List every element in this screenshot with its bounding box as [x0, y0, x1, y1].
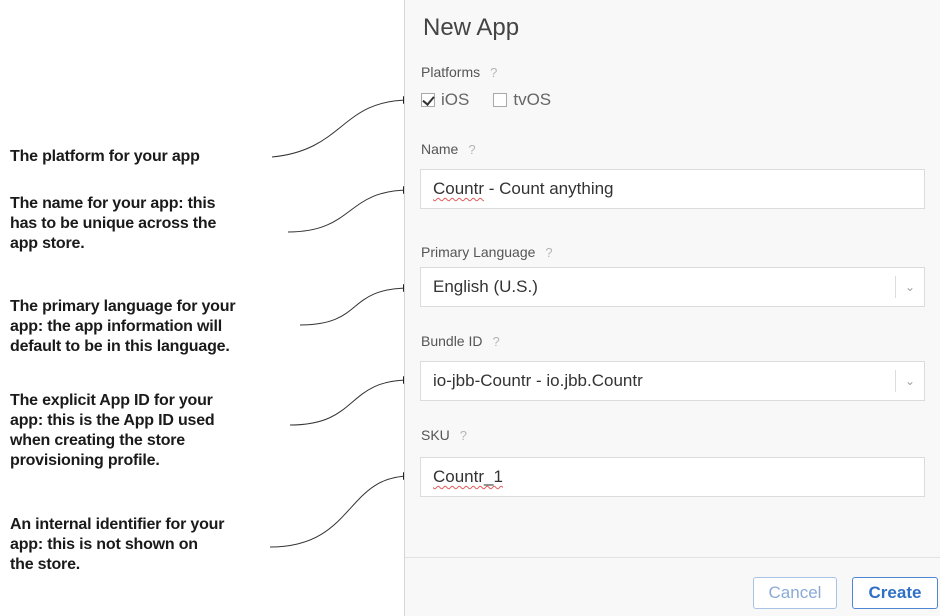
help-icon[interactable]: ? — [545, 245, 552, 260]
cancel-button[interactable]: Cancel — [753, 577, 837, 609]
annotation-line: app: this is not shown on — [10, 536, 198, 553]
checkmark-icon[interactable] — [421, 93, 435, 107]
checkbox-empty-icon[interactable] — [493, 93, 508, 107]
name-value-misspelled: Countr — [433, 179, 485, 198]
footer-divider — [405, 557, 940, 558]
sku-input[interactable]: Countr_1 — [420, 457, 925, 497]
annotation-line: An internal identifier for your — [10, 516, 225, 533]
annotation-name: The name for your app: this has to be un… — [10, 194, 310, 254]
chevron-down-icon[interactable]: ⌄ — [895, 276, 924, 298]
bundle-label-row: Bundle ID ? — [421, 333, 500, 349]
language-label: Primary Language — [421, 244, 536, 260]
annotation-line: The primary language for your — [10, 298, 236, 315]
help-icon[interactable]: ? — [460, 428, 467, 443]
annotation-line: The explicit App ID for your — [10, 392, 213, 409]
tvos-label: tvOS — [513, 90, 552, 109]
name-value: - Count anything — [484, 179, 614, 198]
leader-line-language — [299, 284, 411, 326]
tvos-checkbox[interactable]: tvOS — [493, 90, 551, 110]
chevron-down-icon[interactable]: ⌄ — [895, 370, 924, 392]
platforms-label-row: Platforms ? — [421, 64, 497, 80]
annotation-line: The platform for your app — [10, 148, 200, 165]
annotation-line: default to be in this language. — [10, 338, 230, 355]
ios-checkbox[interactable]: iOS — [421, 90, 469, 110]
annotation-line: app: this is the App ID used — [10, 412, 215, 429]
annotation-bundle-id: The explicit App ID for your app: this i… — [10, 391, 310, 471]
name-label-row: Name ? — [421, 141, 476, 157]
platforms-label: Platforms — [421, 64, 481, 80]
annotation-line: provisioning profile. — [10, 452, 160, 469]
annotation-language: The primary language for your app: the a… — [10, 297, 310, 357]
annotation-platform: The platform for your app — [10, 147, 310, 167]
bundle-label: Bundle ID — [421, 333, 483, 349]
new-app-dialog: New App Platforms ? iOS tvOS Name ? Coun… — [404, 0, 940, 616]
annotation-line: app store. — [10, 235, 85, 252]
help-icon[interactable]: ? — [490, 65, 497, 80]
annotation-sku: An internal identifier for your app: thi… — [10, 515, 310, 575]
sku-label: SKU — [421, 427, 450, 443]
dialog-title: New App — [423, 14, 520, 41]
sku-label-row: SKU ? — [421, 427, 467, 443]
annotation-line: The name for your app: this — [10, 195, 216, 212]
language-value: English (U.S.) — [433, 277, 538, 296]
bundle-id-select[interactable]: io-jbb-Countr - io.jbb.Countr ⌄ — [420, 361, 925, 401]
annotation-line: app: the app information will — [10, 318, 222, 335]
annotation-line: has to be unique across the — [10, 215, 217, 232]
help-icon[interactable]: ? — [468, 142, 475, 157]
name-input[interactable]: Countr - Count anything — [420, 169, 925, 209]
name-label: Name — [421, 141, 459, 157]
sku-value: Countr_1 — [433, 467, 503, 486]
annotation-line: the store. — [10, 556, 81, 573]
annotation-line: when creating the store — [10, 432, 185, 449]
language-label-row: Primary Language ? — [421, 244, 553, 260]
platform-options: iOS tvOS — [421, 90, 575, 110]
bundle-value: io-jbb-Countr - io.jbb.Countr — [433, 371, 643, 390]
primary-language-select[interactable]: English (U.S.) ⌄ — [420, 267, 925, 307]
create-button[interactable]: Create — [852, 577, 938, 609]
help-icon[interactable]: ? — [492, 334, 499, 349]
ios-label: iOS — [441, 90, 470, 109]
